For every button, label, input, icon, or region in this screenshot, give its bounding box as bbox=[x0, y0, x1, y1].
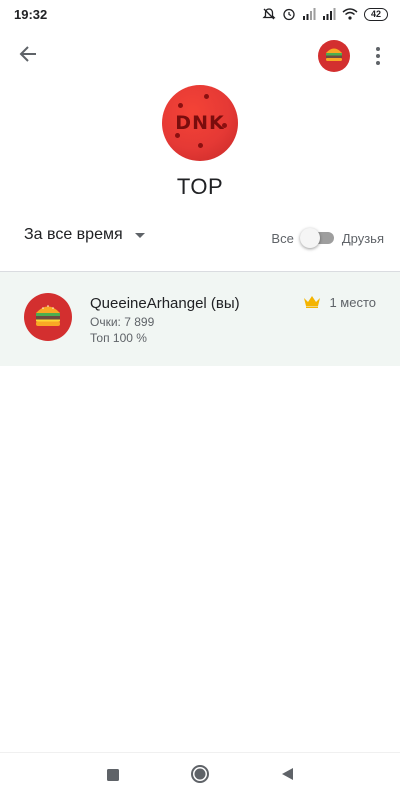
game-logo-text: DNK bbox=[175, 112, 225, 134]
dropdown-arrow-icon bbox=[134, 232, 145, 238]
player-percentile: Топ 100 % bbox=[90, 331, 147, 345]
player-score: Очки: 7 899 bbox=[90, 315, 155, 329]
time-range-dropdown[interactable]: За все время bbox=[24, 226, 145, 244]
more-vert-icon-dot bbox=[376, 47, 380, 51]
back-button[interactable] bbox=[14, 42, 42, 70]
logo-dot bbox=[178, 103, 183, 108]
player-avatar-button[interactable] bbox=[318, 40, 350, 72]
rank-badge: 1 место bbox=[303, 294, 376, 311]
page-title: TOP bbox=[176, 174, 224, 199]
nav-back-button[interactable] bbox=[272, 762, 302, 792]
signal-icon bbox=[302, 8, 316, 20]
back-triangle-icon bbox=[280, 767, 294, 786]
leaderboard-filters: За все время Все Друзья bbox=[0, 222, 400, 252]
crown-icon bbox=[303, 294, 321, 311]
more-vert-icon-dot bbox=[376, 54, 380, 58]
player-name: QueeineArhangel (вы) bbox=[90, 295, 240, 312]
friends-toggle-switch[interactable] bbox=[299, 228, 334, 248]
alarm-icon bbox=[282, 7, 296, 21]
burger-icon bbox=[323, 43, 345, 70]
leaderboard-row[interactable]: QueeineArhangel (вы) Очки: 7 899 Топ 100… bbox=[0, 272, 400, 366]
status-icons: 42 bbox=[262, 7, 388, 21]
recents-square-icon bbox=[107, 768, 120, 786]
status-time: 19:32 bbox=[14, 6, 48, 22]
more-vert-icon-dot bbox=[376, 61, 380, 65]
mute-bell-icon bbox=[262, 7, 276, 21]
toggle-thumb bbox=[299, 228, 320, 248]
wifi-icon bbox=[342, 8, 358, 20]
logo-dot bbox=[222, 123, 227, 128]
friends-filter-toggle-group: Все Друзья bbox=[271, 228, 384, 248]
battery-icon: 42 bbox=[364, 7, 388, 21]
status-bar: 19:32 42 bbox=[0, 0, 400, 28]
toggle-label-friends: Друзья bbox=[341, 230, 384, 246]
signal-icon bbox=[322, 8, 336, 20]
avatar bbox=[24, 293, 72, 341]
logo-dot bbox=[175, 133, 180, 138]
logo-dot bbox=[204, 94, 209, 99]
recents-button[interactable] bbox=[98, 762, 128, 792]
rank-label: 1 место bbox=[329, 295, 376, 310]
home-button[interactable] bbox=[185, 762, 215, 792]
time-range-label: За все время bbox=[24, 226, 123, 243]
home-circle-icon bbox=[190, 764, 210, 789]
burger-icon bbox=[32, 299, 64, 336]
system-nav-bar bbox=[0, 752, 400, 800]
more-options-button[interactable] bbox=[366, 42, 390, 70]
app-bar bbox=[0, 34, 400, 78]
logo-dot bbox=[198, 143, 203, 148]
arrow-back-icon bbox=[18, 44, 38, 69]
game-logo: DNK bbox=[162, 85, 238, 161]
toggle-label-all: Все bbox=[271, 230, 294, 246]
